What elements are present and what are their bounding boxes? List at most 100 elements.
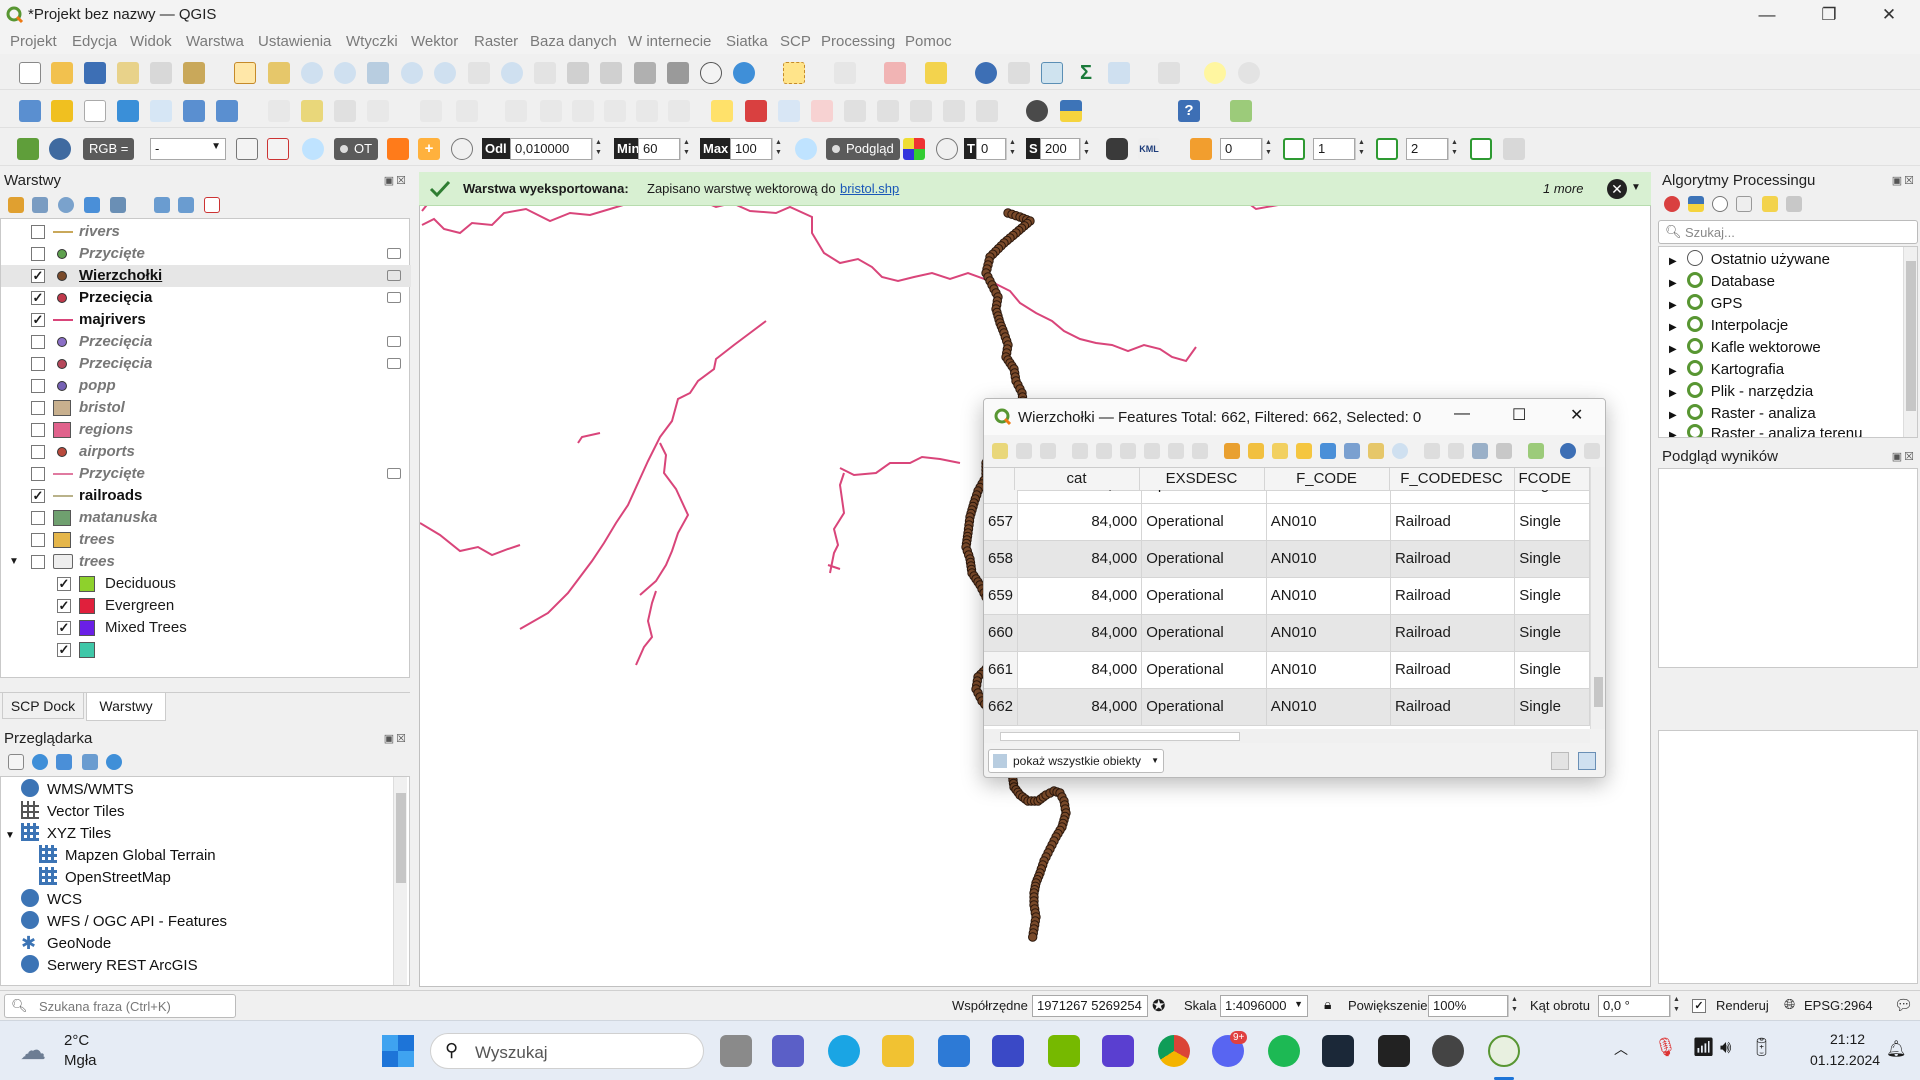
band-next-3-icon[interactable] <box>1470 138 1492 160</box>
menu-scp[interactable]: SCP <box>780 33 811 50</box>
zoom-out-icon[interactable] <box>334 62 356 84</box>
dock-float-close-icon[interactable]: ▣☒ <box>1892 174 1916 187</box>
chevron-down-icon[interactable]: ▼ <box>1631 182 1641 193</box>
add-postgis-icon[interactable] <box>117 100 139 122</box>
cell-f-code[interactable]: AN010 <box>1266 540 1391 578</box>
save-edits-icon[interactable] <box>1040 443 1056 459</box>
filter-browser-icon[interactable] <box>56 754 72 770</box>
processing-search-input[interactable]: 🔍︎ Szukaj... <box>1658 220 1918 244</box>
pan-icon[interactable] <box>234 62 256 84</box>
cell-f-code[interactable]: AN010 <box>1266 651 1391 689</box>
roi-pointer-icon[interactable] <box>387 138 409 160</box>
cell-fcode[interactable]: Single <box>1514 651 1590 689</box>
layer-item[interactable]: rivers <box>1 221 411 243</box>
table-row[interactable]: 65684,000OperationalAN010RailroadSingle <box>984 490 1590 504</box>
cell-exsdesc[interactable]: Operational <box>1141 651 1267 689</box>
calculator-icon[interactable] <box>1108 62 1130 84</box>
add-raster-layer-icon[interactable] <box>150 100 172 122</box>
cell-f-code[interactable]: AN010 <box>1266 614 1391 652</box>
zoom-in-icon[interactable] <box>301 62 323 84</box>
table-row[interactable]: 660 84,000 Operational AN010 Railroad Single <box>984 614 1590 652</box>
message-more[interactable]: 1 more <box>1543 181 1583 196</box>
deselect-features-icon[interactable] <box>884 62 906 84</box>
measure-line-icon[interactable] <box>1158 62 1180 84</box>
redo-preview-icon[interactable] <box>936 138 958 160</box>
column-header-cat[interactable]: cat <box>1014 468 1140 491</box>
select-all-icon[interactable] <box>1248 443 1264 459</box>
algorithm-group-gps[interactable]: ▶ GPS <box>1669 293 1742 315</box>
maximize-button[interactable]: ☐ <box>1512 405 1526 425</box>
zoom-native-icon[interactable] <box>468 62 490 84</box>
band-next-1-icon[interactable] <box>1283 138 1305 160</box>
close-icon[interactable]: ✕ <box>1607 179 1627 199</box>
cell-fcode[interactable]: Single <box>1514 577 1590 615</box>
history-icon[interactable] <box>1712 196 1728 212</box>
cell-f-codedesc[interactable]: Railroad <box>1390 651 1516 689</box>
dock-float-close-icon[interactable]: ▣☒ <box>1892 450 1916 463</box>
add-selected-layers-icon[interactable] <box>8 754 24 770</box>
copy-icon[interactable] <box>1168 443 1184 459</box>
layer-visibility-checkbox[interactable] <box>31 423 45 437</box>
manage-visibility-icon[interactable] <box>58 197 74 213</box>
collapse-browser-icon[interactable] <box>82 754 98 770</box>
zoom-to-selected-icon[interactable] <box>1392 443 1408 459</box>
scp-zoom-preview-icon[interactable] <box>795 138 817 160</box>
filter-by-expression-icon[interactable] <box>110 197 126 213</box>
browser-item-mapzen[interactable]: Mapzen Global Terrain <box>39 845 216 867</box>
zoom-full-icon[interactable] <box>367 62 389 84</box>
move-selection-top-icon[interactable] <box>1344 443 1360 459</box>
scrollbar-thumb[interactable] <box>1594 677 1603 707</box>
legend-checkbox[interactable]: ✓ <box>57 577 71 591</box>
scp-zoom-roi-icon[interactable] <box>302 138 324 160</box>
select-features-icon[interactable] <box>783 62 805 84</box>
help-icon[interactable]: ? <box>1178 100 1200 122</box>
temporary-layer-icon[interactable] <box>387 270 401 281</box>
layer-item[interactable]: Przycięte <box>1 463 411 485</box>
max-spinner[interactable]: ▲ ▼ <box>772 138 784 160</box>
layer-visibility-checkbox[interactable] <box>31 401 45 415</box>
cell-exsdesc[interactable]: Operational <box>1141 490 1267 504</box>
attribute-vscrollbar[interactable] <box>1590 467 1605 729</box>
paste-features-icon[interactable] <box>604 100 626 122</box>
algorithm-group-interpolation[interactable]: ▶ Interpolacje <box>1669 315 1788 337</box>
move-label-icon[interactable] <box>910 100 932 122</box>
toolbox-icon[interactable] <box>1041 62 1063 84</box>
kml-icon[interactable]: KML <box>1138 138 1160 160</box>
layer-visibility-checkbox[interactable] <box>31 445 45 459</box>
cell-fcode[interactable]: Single <box>1514 540 1590 578</box>
paste-icon[interactable] <box>1192 443 1208 459</box>
taskbar-search-box[interactable]: ⚲ Wyszukaj <box>430 1033 704 1069</box>
zoom-selection-icon[interactable] <box>401 62 423 84</box>
processing-scrollbar[interactable] <box>1903 247 1917 437</box>
layer-visibility-checkbox[interactable]: ✓ <box>31 291 45 305</box>
preview-toggle[interactable]: Podgląd <box>826 138 900 160</box>
algorithm-group-terrain[interactable]: ▶ Raster - analiza terenu <box>1669 423 1862 437</box>
nvidia-icon[interactable] <box>1048 1035 1080 1067</box>
row-id[interactable]: 662 <box>984 688 1019 726</box>
menu-baza-danych[interactable]: Baza danych <box>530 33 617 50</box>
locator-search-input[interactable]: 🔍︎ Szukana fraza (Ctrl+K) <box>4 994 236 1018</box>
algorithm-group-raster-analysis[interactable]: ▶ Raster - analiza <box>1669 403 1816 425</box>
table-row[interactable]: 659 84,000 Operational AN010 Railroad Single <box>984 577 1590 615</box>
filter-legend-icon[interactable] <box>84 197 100 213</box>
style-manager-icon[interactable] <box>183 62 205 84</box>
new-print-layout-icon[interactable] <box>117 62 139 84</box>
cell-f-codedesc[interactable]: Railroad <box>1390 490 1516 504</box>
bookmark-icon[interactable] <box>634 62 656 84</box>
lock-icon[interactable]: 🔒︎ <box>1324 996 1331 1013</box>
cell-f-code[interactable]: AN010 <box>1266 503 1391 541</box>
legend-checkbox[interactable]: ✓ <box>57 621 71 635</box>
t-spinner[interactable]: ▲ ▼ <box>1006 138 1018 160</box>
layer-visibility-checkbox[interactable] <box>31 335 45 349</box>
column-header-f-code[interactable]: F_CODE <box>1264 468 1390 491</box>
browser-item-wfs[interactable]: WFS / OGC API - Features <box>21 911 227 933</box>
refresh-browser-icon[interactable] <box>32 754 48 770</box>
epic-games-icon[interactable] <box>1378 1035 1410 1067</box>
cell-cat[interactable]: 84,000 <box>1017 503 1143 541</box>
table-row[interactable]: 657 84,000 Operational AN010 Railroad Single <box>984 503 1590 541</box>
models-icon[interactable] <box>1664 196 1680 212</box>
chevron-up-icon[interactable]: ︿ <box>1614 1039 1628 1059</box>
classification-preview-icon[interactable] <box>903 138 925 160</box>
copilot-icon[interactable] <box>1102 1035 1134 1067</box>
coords-input[interactable]: 1971267 5269254 <box>1032 995 1148 1017</box>
